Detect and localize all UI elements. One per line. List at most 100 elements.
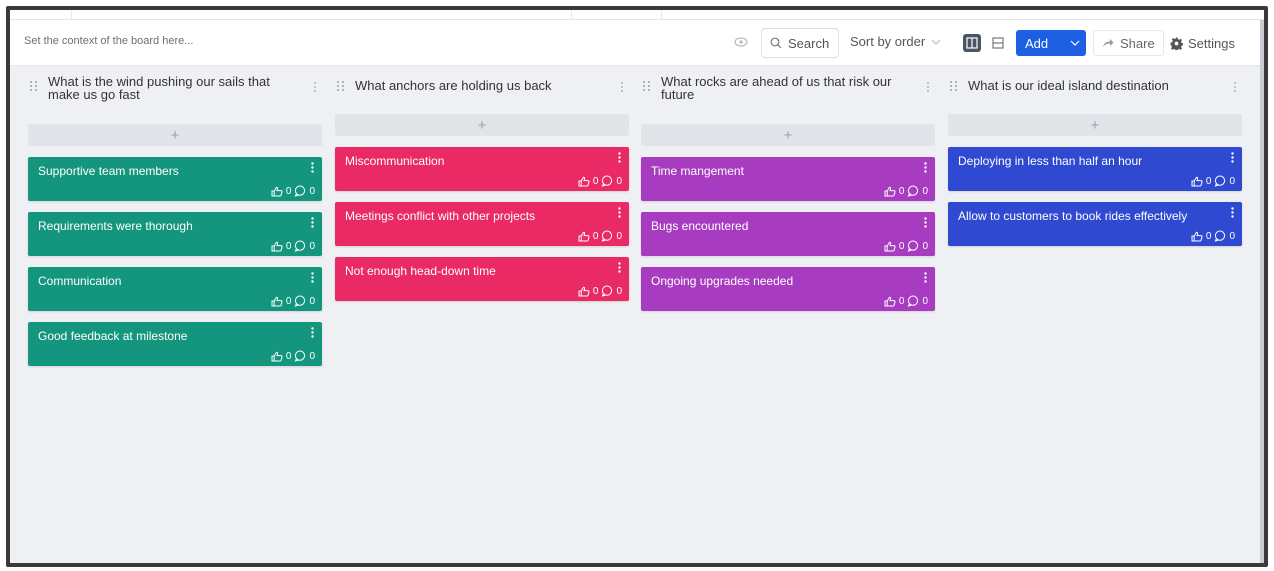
drag-handle-icon[interactable] — [335, 80, 347, 92]
thumbs-up-icon[interactable] — [578, 286, 590, 297]
retro-card[interactable]: Deploying in less than half an hour 0 0 — [948, 147, 1242, 191]
kebab-menu-icon[interactable] — [924, 217, 927, 228]
comment-icon[interactable] — [294, 295, 306, 307]
like-count: 0 — [592, 285, 599, 297]
retro-card[interactable]: Not enough head-down time 0 0 — [335, 257, 629, 301]
kebab-menu-icon[interactable] — [618, 152, 621, 163]
add-dropdown-caret[interactable] — [1064, 40, 1086, 46]
retro-card[interactable]: Good feedback at milestone 0 0 — [28, 322, 322, 366]
kebab-menu-icon[interactable] — [1232, 81, 1238, 93]
kebab-menu-icon[interactable] — [619, 81, 625, 93]
kebab-menu-icon[interactable] — [618, 207, 621, 218]
kebab-menu-icon[interactable] — [311, 217, 314, 228]
kebab-menu-icon[interactable] — [618, 262, 621, 273]
thumbs-up-icon[interactable] — [884, 186, 896, 197]
thumbs-up-icon[interactable] — [271, 296, 283, 307]
drag-handle-icon[interactable] — [948, 80, 960, 92]
like-count: 0 — [898, 295, 905, 307]
comment-count: 0 — [616, 285, 622, 297]
thumbs-up-icon[interactable] — [578, 176, 590, 187]
kebab-menu-icon[interactable] — [925, 81, 931, 93]
comment-icon[interactable] — [294, 240, 306, 252]
add-card-button[interactable]: + — [335, 114, 629, 136]
column-title: What rocks are ahead of us that risk our… — [661, 74, 892, 102]
column-header: What is the wind pushing our sails that … — [28, 72, 322, 110]
comment-count: 0 — [1229, 230, 1235, 242]
card-text: Bugs encountered — [651, 219, 749, 233]
comment-icon[interactable] — [907, 240, 919, 252]
kebab-menu-icon[interactable] — [1231, 207, 1234, 218]
thumbs-up-icon[interactable] — [884, 296, 896, 307]
thumbs-up-icon[interactable] — [271, 241, 283, 252]
retro-card[interactable]: Meetings conflict with other projects 0 … — [335, 202, 629, 246]
column-title: What is the wind pushing our sails that … — [48, 74, 270, 102]
retro-card[interactable]: Miscommunication 0 0 — [335, 147, 629, 191]
add-button[interactable]: Add — [1016, 30, 1086, 56]
retro-card[interactable]: Supportive team members 0 0 — [28, 157, 322, 201]
column-title: What is our ideal island destination — [968, 78, 1169, 93]
retro-card[interactable]: Time mangement 0 0 — [641, 157, 935, 201]
card-meta: 0 0 — [1191, 175, 1235, 187]
add-card-button[interactable]: + — [28, 124, 322, 146]
kebab-menu-icon[interactable] — [311, 272, 314, 283]
kebab-menu-icon[interactable] — [311, 327, 314, 338]
like-count: 0 — [898, 240, 905, 252]
card-text: Time mangement — [651, 164, 744, 178]
column-header: What anchors are holding us back — [335, 72, 629, 100]
share-button[interactable]: Share — [1093, 30, 1164, 56]
comment-icon[interactable] — [1214, 175, 1226, 187]
vertical-scrollbar[interactable] — [1260, 20, 1264, 563]
search-icon — [770, 37, 782, 49]
comment-icon[interactable] — [601, 175, 613, 187]
thumbs-up-icon[interactable] — [1191, 176, 1203, 187]
chevron-down-icon — [931, 39, 941, 45]
comment-icon[interactable] — [907, 185, 919, 197]
retro-card[interactable]: Requirements were thorough 0 0 — [28, 212, 322, 256]
kebab-menu-icon[interactable] — [924, 272, 927, 283]
drag-handle-icon[interactable] — [28, 80, 40, 92]
search-button[interactable]: Search — [761, 28, 839, 58]
board-toolbar: Set the context of the board here... Sea… — [10, 20, 1264, 66]
row-layout-button[interactable] — [989, 34, 1007, 52]
thumbs-up-icon[interactable] — [271, 351, 283, 362]
share-arrow-icon — [1103, 39, 1114, 47]
eye-icon[interactable] — [734, 35, 748, 49]
kebab-menu-icon[interactable] — [311, 162, 314, 173]
thumbs-up-icon[interactable] — [884, 241, 896, 252]
board-column: What is the wind pushing our sails that … — [28, 72, 322, 366]
comment-icon[interactable] — [601, 285, 613, 297]
drag-handle-icon[interactable] — [641, 80, 653, 92]
card-meta: 0 0 — [271, 185, 315, 197]
thumbs-up-icon[interactable] — [1191, 231, 1203, 242]
comment-count: 0 — [309, 240, 315, 252]
kebab-menu-icon[interactable] — [312, 81, 318, 93]
add-card-button[interactable]: + — [641, 124, 935, 146]
card-text: Allow to customers to book rides effecti… — [958, 209, 1188, 223]
comment-icon[interactable] — [601, 230, 613, 242]
kebab-menu-icon[interactable] — [924, 162, 927, 173]
retro-card[interactable]: Bugs encountered 0 0 — [641, 212, 935, 256]
thumbs-up-icon[interactable] — [271, 186, 283, 197]
comment-icon[interactable] — [907, 295, 919, 307]
comment-icon[interactable] — [1214, 230, 1226, 242]
retro-card[interactable]: Ongoing upgrades needed 0 0 — [641, 267, 935, 311]
add-card-button[interactable]: + — [948, 114, 1242, 136]
board-context-field[interactable]: Set the context of the board here... — [24, 35, 193, 47]
retro-card[interactable]: Communication 0 0 — [28, 267, 322, 311]
card-meta: 0 0 — [271, 240, 315, 252]
card-meta: 0 0 — [884, 295, 928, 307]
settings-button[interactable]: Settings — [1170, 30, 1235, 56]
like-count: 0 — [285, 350, 292, 362]
card-text: Supportive team members — [38, 164, 179, 178]
like-count: 0 — [898, 185, 905, 197]
comment-icon[interactable] — [294, 350, 306, 362]
thumbs-up-icon[interactable] — [578, 231, 590, 242]
comment-icon[interactable] — [294, 185, 306, 197]
card-meta: 0 0 — [271, 295, 315, 307]
card-text: Ongoing upgrades needed — [651, 274, 794, 288]
retro-card[interactable]: Allow to customers to book rides effecti… — [948, 202, 1242, 246]
kebab-menu-icon[interactable] — [1231, 152, 1234, 163]
column-layout-button[interactable] — [963, 34, 981, 52]
sort-dropdown[interactable]: Sort by order — [850, 34, 941, 49]
card-meta: 0 0 — [1191, 230, 1235, 242]
